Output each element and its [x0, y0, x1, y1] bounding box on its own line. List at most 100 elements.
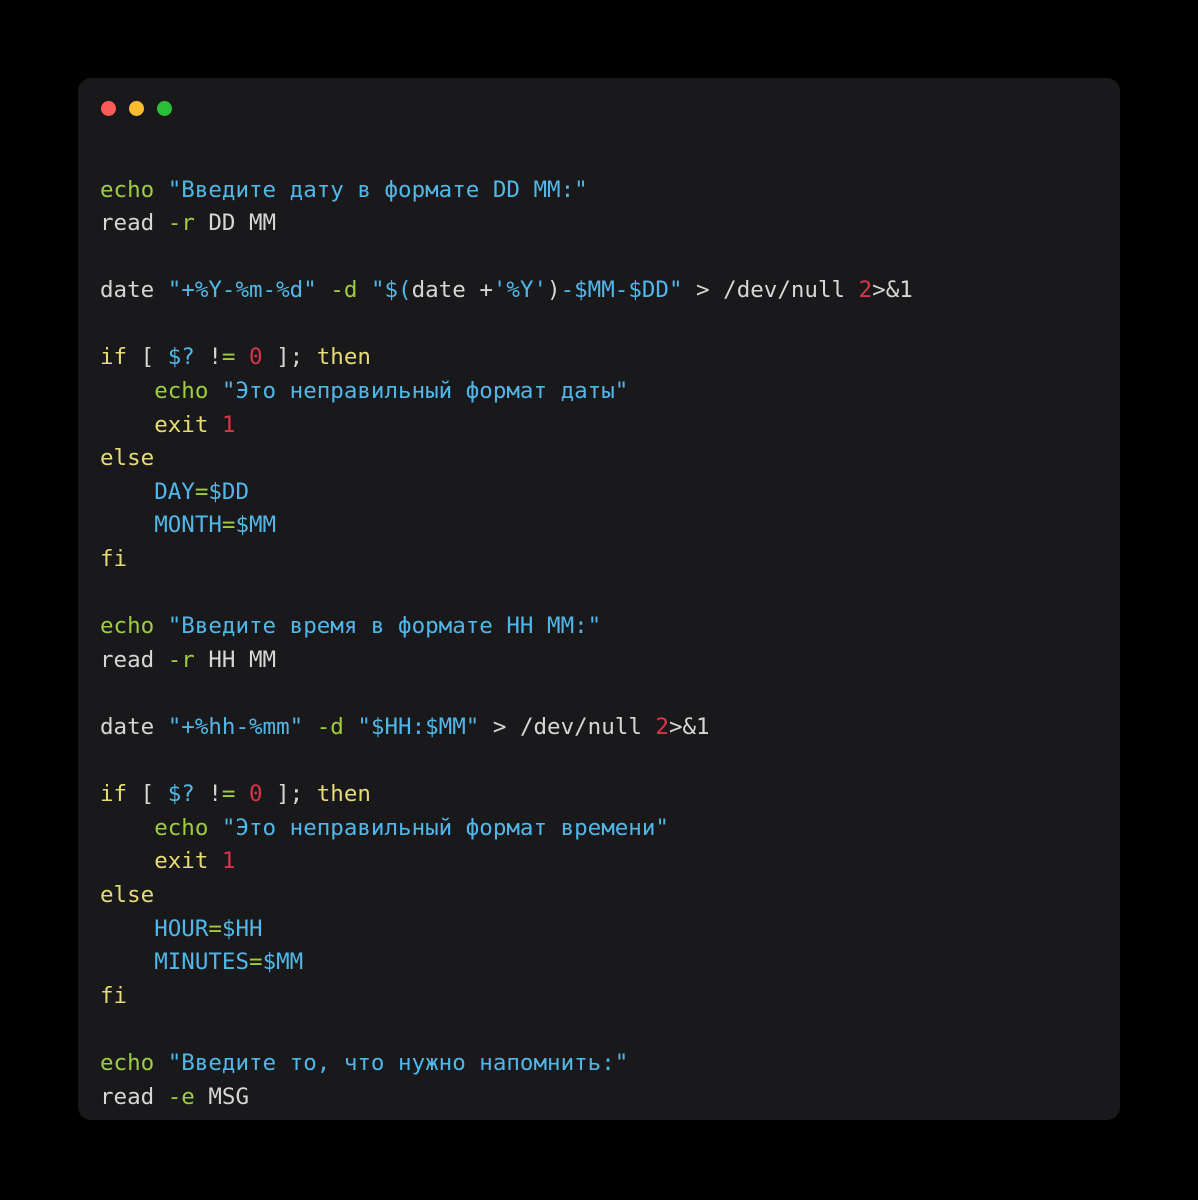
code-line: else — [100, 442, 1120, 476]
code-token-num: 2 — [858, 277, 873, 304]
code-token-var: $MM — [235, 512, 277, 539]
code-token-plain: DD MM — [194, 210, 277, 237]
code-block: echo "Введите дату в формате DD MM:" read… — [100, 174, 1120, 1110]
code-token-op: = — [208, 915, 222, 942]
code-token-fn: echo — [154, 814, 209, 841]
code-token-var: $? — [167, 781, 195, 808]
code-line: fi — [100, 543, 1120, 577]
code-token-kw: else — [100, 445, 155, 472]
code-token-op: = — [221, 781, 236, 808]
code-token-str: "Это неправильный формат даты" — [221, 378, 629, 405]
code-token-op: = — [221, 512, 236, 539]
code-token-op: = — [194, 478, 209, 505]
code-token-var: $MM — [262, 949, 304, 976]
code-token-str: "$HH:$MM" — [357, 714, 480, 740]
code-token-fn: echo — [154, 378, 209, 405]
code-token-plain: ! — [194, 344, 222, 371]
code-token-str: "+%hh-%mm" — [167, 714, 304, 740]
minimize-window-button[interactable] — [129, 101, 144, 116]
code-token-str: "Введите то, что нужно напомнить:" — [167, 1049, 629, 1076]
code-token-kw: fi — [100, 982, 128, 1009]
code-token-flag: -e — [167, 1083, 195, 1110]
code-token-plain: ) — [547, 277, 561, 304]
code-token-var: MONTH — [154, 512, 222, 539]
code-token-plain: HH MM — [194, 646, 277, 673]
code-token-op: = — [221, 344, 236, 371]
code-line: echo "Это неправильный формат времени" — [100, 812, 1120, 846]
code-token-plain: date — [100, 714, 168, 740]
zoom-window-button[interactable] — [157, 101, 172, 116]
code-line: if [ $? != 0 ]; then — [100, 778, 1120, 812]
code-token-plain: [ — [127, 344, 168, 371]
code-line: HOUR=$HH — [100, 913, 1120, 947]
code-token-var: MINUTES — [154, 949, 250, 976]
code-token-plain: > /dev/null — [682, 277, 859, 304]
code-token-kw: then — [316, 781, 371, 808]
code-token-kw: exit — [154, 411, 209, 438]
code-token-fn: echo — [100, 613, 155, 640]
code-token-str: -$MM-$DD" — [560, 277, 683, 304]
code-token-str: "Это неправильный формат времени" — [221, 814, 669, 841]
code-token-plain: date — [100, 277, 168, 304]
code-token-str: "$( — [370, 277, 412, 304]
code-token-str: "+%Y-%m-%d" — [167, 277, 317, 304]
code-token-plain: ]; — [262, 781, 317, 808]
code-line: date "+%hh-%mm" -d "$HH:$MM" > /dev/null… — [100, 711, 1120, 745]
code-token-plain: date — [411, 277, 480, 304]
code-line: else — [100, 879, 1120, 913]
code-token-plain: [ — [127, 781, 168, 808]
code-line: MONTH=$MM — [100, 509, 1120, 543]
code-line: echo "Это неправильный формат даты" — [100, 375, 1120, 409]
close-window-button[interactable] — [101, 101, 116, 116]
code-token-kw: if — [100, 781, 128, 808]
code-token-num: 0 — [249, 781, 263, 808]
code-token-num: 1 — [221, 848, 236, 875]
code-token-plain: read — [100, 646, 168, 673]
code-token-flag: -d — [330, 277, 358, 304]
code-line: echo "Введите то, что нужно напомнить:" — [100, 1047, 1120, 1081]
code-token-plain: read — [100, 1083, 168, 1110]
code-token-kw: else — [100, 881, 155, 908]
code-line: exit 1 — [100, 409, 1120, 443]
code-token-str: "Введите время в формате HH MM:" — [167, 613, 602, 640]
code-token-plain: >&1 — [872, 277, 913, 304]
code-token-plain: + — [479, 277, 493, 304]
code-line: if [ $? != 0 ]; then — [100, 341, 1120, 375]
code-token-flag: -d — [316, 714, 344, 740]
code-token-num: 1 — [221, 411, 236, 438]
code-token-var: $DD — [208, 478, 250, 505]
code-line: read -r DD MM — [100, 207, 1120, 241]
code-token-var: $? — [167, 344, 195, 371]
code-token-op: = — [249, 949, 263, 976]
code-token-plain: read — [100, 210, 168, 237]
code-line: echo "Введите дату в формате DD MM:" — [100, 174, 1120, 208]
code-token-fn: echo — [100, 1049, 155, 1076]
code-token-kw: then — [316, 344, 371, 371]
code-line: date "+%Y-%m-%d" -d "$(date +'%Y')-$MM-$… — [100, 274, 1120, 308]
code-token-str: '%Y' — [492, 277, 548, 304]
window-titlebar — [101, 101, 172, 116]
